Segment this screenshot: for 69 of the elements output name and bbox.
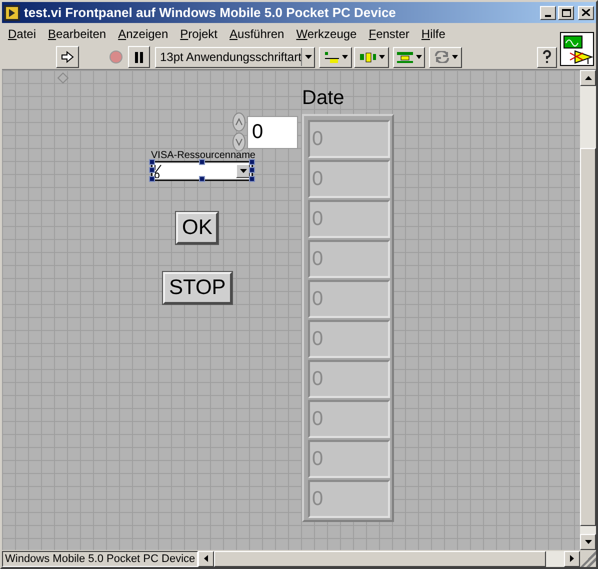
scroll-up-button[interactable] (580, 70, 596, 86)
array-element: 0 (308, 280, 390, 318)
array-element: 0 (308, 360, 390, 398)
array-element: 0 (308, 160, 390, 198)
resource-name-field[interactable] (152, 162, 252, 180)
caret-icon (452, 55, 458, 59)
scroll-left-button[interactable] (198, 550, 214, 566)
menu-item[interactable]: Ausführen (226, 25, 288, 43)
array-element: 0 (308, 400, 390, 438)
array-element: 0 (308, 200, 390, 238)
io-icon (154, 164, 162, 178)
font-dropdown[interactable]: 13pt Anwendungsschriftart (155, 46, 315, 68)
run-button[interactable] (56, 46, 79, 68)
help-icon (542, 50, 552, 64)
app-icon (4, 4, 20, 20)
minimize-button[interactable] (540, 6, 556, 20)
resize-grip-icon (580, 550, 596, 566)
vi-icon (560, 32, 594, 66)
window-title: test.vi Frontpanel auf Windows Mobile 5.0 Pocket PC Device (24, 4, 396, 22)
caret-icon (304, 55, 312, 59)
target-label: Windows Mobile 5.0 Pocket PC Device (2, 550, 198, 566)
close-button[interactable] (578, 6, 594, 20)
control-label: VISA-Ressourcenname (151, 150, 256, 162)
array-label: Date (302, 86, 344, 110)
pause-button[interactable] (128, 46, 150, 68)
menu-item[interactable]: Werkzeuge (292, 25, 361, 43)
origin-marker-icon (57, 72, 69, 84)
selection-handle[interactable] (199, 159, 205, 165)
arrow-icon (61, 51, 74, 63)
menu-item[interactable]: Hilfe (417, 25, 450, 43)
scroll-thumb[interactable] (580, 148, 596, 526)
scroll-down-button[interactable] (580, 534, 596, 550)
caret-icon (416, 55, 422, 59)
right-arrow-icon (570, 555, 574, 562)
menu-item[interactable]: Datei (4, 25, 40, 43)
menu-item[interactable]: Projekt (176, 25, 222, 43)
array-element: 0 (308, 320, 390, 358)
up-arrow-icon (584, 76, 592, 80)
reorder-button[interactable] (429, 46, 462, 68)
left-arrow-icon (204, 555, 208, 562)
menu-item[interactable]: Anzeigen (114, 25, 172, 43)
vertical-scrollbar[interactable] (580, 70, 596, 550)
resize-objects-button[interactable] (393, 46, 425, 68)
menu-item[interactable]: Bearbeiten (44, 25, 110, 43)
scroll-right-button[interactable] (564, 550, 580, 566)
cycle-arrows-icon (434, 51, 450, 63)
array-element: 0 (308, 440, 390, 478)
align-icon (324, 51, 340, 63)
array-element: 0 (308, 480, 390, 518)
push-button[interactable]: STOP (163, 272, 232, 304)
down-arrow-icon (584, 540, 592, 544)
stop-icon (109, 50, 123, 64)
caret-icon (342, 55, 348, 59)
caret-icon (378, 55, 384, 59)
distribute-objects-button[interactable] (354, 46, 389, 68)
array-element: 0 (308, 120, 390, 158)
index-spinner[interactable] (232, 112, 246, 152)
selection-handle[interactable] (199, 176, 205, 182)
maximize-button[interactable] (558, 6, 574, 20)
menu-item[interactable]: Fenster (364, 25, 414, 43)
help-button[interactable] (537, 46, 557, 68)
font-name: 13pt Anwendungsschriftart (159, 49, 302, 66)
push-button[interactable]: OK (176, 212, 218, 244)
resize-icon (396, 51, 414, 63)
distribute-icon (358, 51, 376, 63)
index-field[interactable]: 0 (247, 116, 298, 149)
close-icon (582, 9, 590, 16)
align-objects-button[interactable] (319, 46, 352, 68)
array-element: 0 (308, 240, 390, 278)
